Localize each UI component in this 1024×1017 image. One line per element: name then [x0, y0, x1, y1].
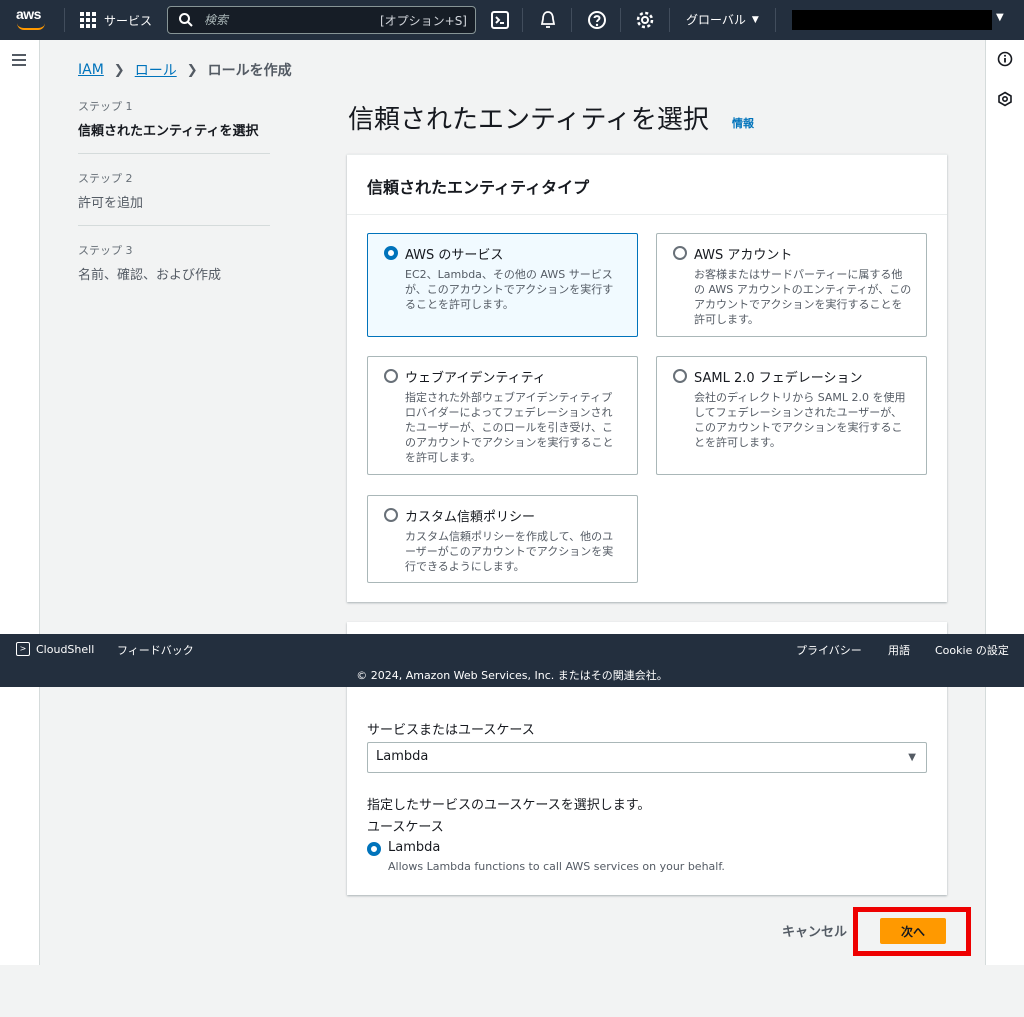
wizard-steps: ステップ 1 信頼されたエンティティを選択 ステップ 2 許可を追加 ステップ … — [78, 98, 270, 297]
services-label: サービス — [104, 13, 153, 28]
caret-down-icon[interactable]: ▼ — [996, 12, 1004, 23]
hexagon-settings-icon[interactable] — [997, 91, 1013, 107]
breadcrumb-current: ロールを作成 — [207, 63, 292, 79]
entity-option-web-identity[interactable]: ウェブアイデンティティ 指定された外部ウェブアイデンティティプロバイダーによって… — [367, 356, 638, 475]
entity-option-saml-federation[interactable]: SAML 2.0 フェデレーション 会社のディレクトリから SAML 2.0 を… — [656, 356, 927, 475]
search-box[interactable]: [オプション+S] — [167, 6, 476, 34]
use-case-option-description: Allows Lambda functions to call AWS serv… — [388, 860, 725, 873]
search-icon — [179, 13, 193, 27]
option-description: お客様またはサードパーティーに属する他の AWS アカウントのエンティティが、こ… — [694, 268, 912, 326]
account-menu-redacted[interactable] — [792, 10, 992, 30]
step-number: ステップ 1 — [78, 100, 133, 113]
radio-icon[interactable] — [384, 369, 398, 383]
radio-selected-icon[interactable] — [384, 246, 398, 260]
aws-logo-text: aws — [16, 6, 41, 22]
next-button[interactable]: 次へ — [880, 918, 946, 944]
card-title: 信頼されたエンティティタイプ — [347, 155, 947, 215]
nav-divider — [775, 8, 776, 32]
nav-divider — [620, 8, 621, 32]
option-title: カスタム信頼ポリシー — [405, 510, 536, 525]
right-tools-rail — [985, 40, 1024, 965]
use-case-option-title: Lambda — [388, 840, 441, 855]
service-select[interactable]: Lambda ▼ — [367, 742, 927, 773]
top-navigation: aws サービス [オプション+S] グローバル ▼ ▼ — [0, 0, 1024, 40]
use-case-hint: 指定したサービスのユースケースを選択します。 — [367, 798, 651, 813]
nav-divider — [669, 8, 670, 32]
cancel-button[interactable]: キャンセル — [782, 921, 847, 940]
radio-icon[interactable] — [673, 369, 687, 383]
info-link[interactable]: 情報 — [732, 115, 754, 131]
step-name: 名前、確認、および作成 — [78, 268, 222, 283]
step-name: 許可を追加 — [78, 196, 144, 211]
option-title: AWS のサービス — [405, 248, 504, 263]
nav-divider — [522, 8, 523, 32]
entity-option-custom-trust-policy[interactable]: カスタム信頼ポリシー カスタム信頼ポリシーを作成して、他のユーザーがこのアカウン… — [367, 495, 638, 583]
nav-divider — [571, 8, 572, 32]
radio-selected-icon[interactable] — [367, 842, 381, 856]
option-title: AWS アカウント — [694, 248, 793, 263]
option-description: 会社のディレクトリから SAML 2.0 を使用してフェデレーションされたユーザ… — [694, 391, 906, 449]
help-icon[interactable] — [587, 10, 607, 30]
cloudshell-label: CloudShell — [36, 642, 95, 656]
breadcrumb-roles[interactable]: ロール — [135, 60, 177, 80]
nav-divider — [64, 8, 65, 32]
wizard-step-2[interactable]: ステップ 2 許可を追加 — [78, 153, 270, 225]
terminal-icon: > — [16, 642, 30, 656]
cloudshell-link[interactable]: > CloudShell — [16, 642, 94, 656]
feedback-link[interactable]: フィードバック — [117, 642, 194, 658]
console-footer: > CloudShell フィードバック プライバシー 用語 Cookie の設… — [0, 634, 1024, 687]
cloudshell-icon[interactable] — [490, 10, 510, 30]
caret-down-icon: ▼ — [908, 752, 916, 763]
entity-option-aws-account[interactable]: AWS アカウント お客様またはサードパーティーに属する他の AWS アカウント… — [656, 233, 927, 337]
aws-logo[interactable]: aws — [14, 6, 48, 32]
region-selector[interactable]: グローバル ▼ — [686, 11, 759, 28]
gear-icon[interactable] — [635, 10, 655, 30]
option-title: SAML 2.0 フェデレーション — [694, 371, 863, 386]
breadcrumb: IAM ❯ ロール ❯ ロールを作成 — [78, 60, 292, 80]
search-shortcut: [オプション+S] — [379, 13, 467, 28]
grid-icon — [80, 12, 96, 28]
option-description: カスタム信頼ポリシーを作成して、他のユーザーがこのアカウントでアクションを実行で… — [405, 530, 614, 573]
hamburger-menu-icon[interactable] — [12, 54, 26, 66]
step-number: ステップ 3 — [78, 244, 133, 257]
services-button[interactable]: サービス — [80, 9, 152, 31]
entity-option-aws-service[interactable]: AWS のサービス EC2、Lambda、その他の AWS サービスが、このアカ… — [367, 233, 638, 337]
breadcrumb-iam[interactable]: IAM — [78, 62, 104, 78]
chevron-right-icon: ❯ — [113, 62, 125, 78]
service-field-label: サービスまたはユースケース — [367, 723, 535, 738]
cookie-settings-link[interactable]: Cookie の設定 — [935, 642, 1009, 658]
caret-down-icon: ▼ — [751, 14, 759, 25]
step-number: ステップ 2 — [78, 172, 133, 185]
privacy-link[interactable]: プライバシー — [796, 642, 862, 658]
search-input[interactable] — [194, 13, 380, 27]
wizard-step-1: ステップ 1 信頼されたエンティティを選択 — [78, 98, 270, 153]
option-title: ウェブアイデンティティ — [405, 371, 546, 386]
copyright-text: © 2024, Amazon Web Services, Inc. またはその関… — [356, 669, 668, 682]
service-select-value: Lambda — [376, 749, 429, 764]
bell-icon[interactable] — [538, 10, 558, 30]
option-description: 指定された外部ウェブアイデンティティプロバイダーによってフェデレーションされたユ… — [405, 391, 614, 464]
radio-icon[interactable] — [673, 246, 687, 260]
page-title: 信頼されたエンティティを選択 — [348, 105, 709, 135]
chevron-right-icon: ❯ — [186, 62, 198, 78]
terms-link[interactable]: 用語 — [888, 642, 910, 658]
wizard-step-3[interactable]: ステップ 3 名前、確認、および作成 — [78, 225, 270, 297]
trusted-entity-type-card: 信頼されたエンティティタイプ AWS のサービス EC2、Lambda、その他の… — [347, 154, 947, 602]
use-case-label: ユースケース — [367, 820, 444, 835]
info-icon[interactable] — [997, 51, 1013, 67]
region-label: グローバル — [686, 13, 746, 27]
radio-icon[interactable] — [384, 508, 398, 522]
option-description: EC2、Lambda、その他の AWS サービスが、このアカウントでアクションを… — [405, 268, 614, 311]
aws-smile-icon — [17, 23, 45, 30]
step-name: 信頼されたエンティティを選択 — [78, 124, 259, 139]
left-navigation-rail — [0, 40, 40, 965]
